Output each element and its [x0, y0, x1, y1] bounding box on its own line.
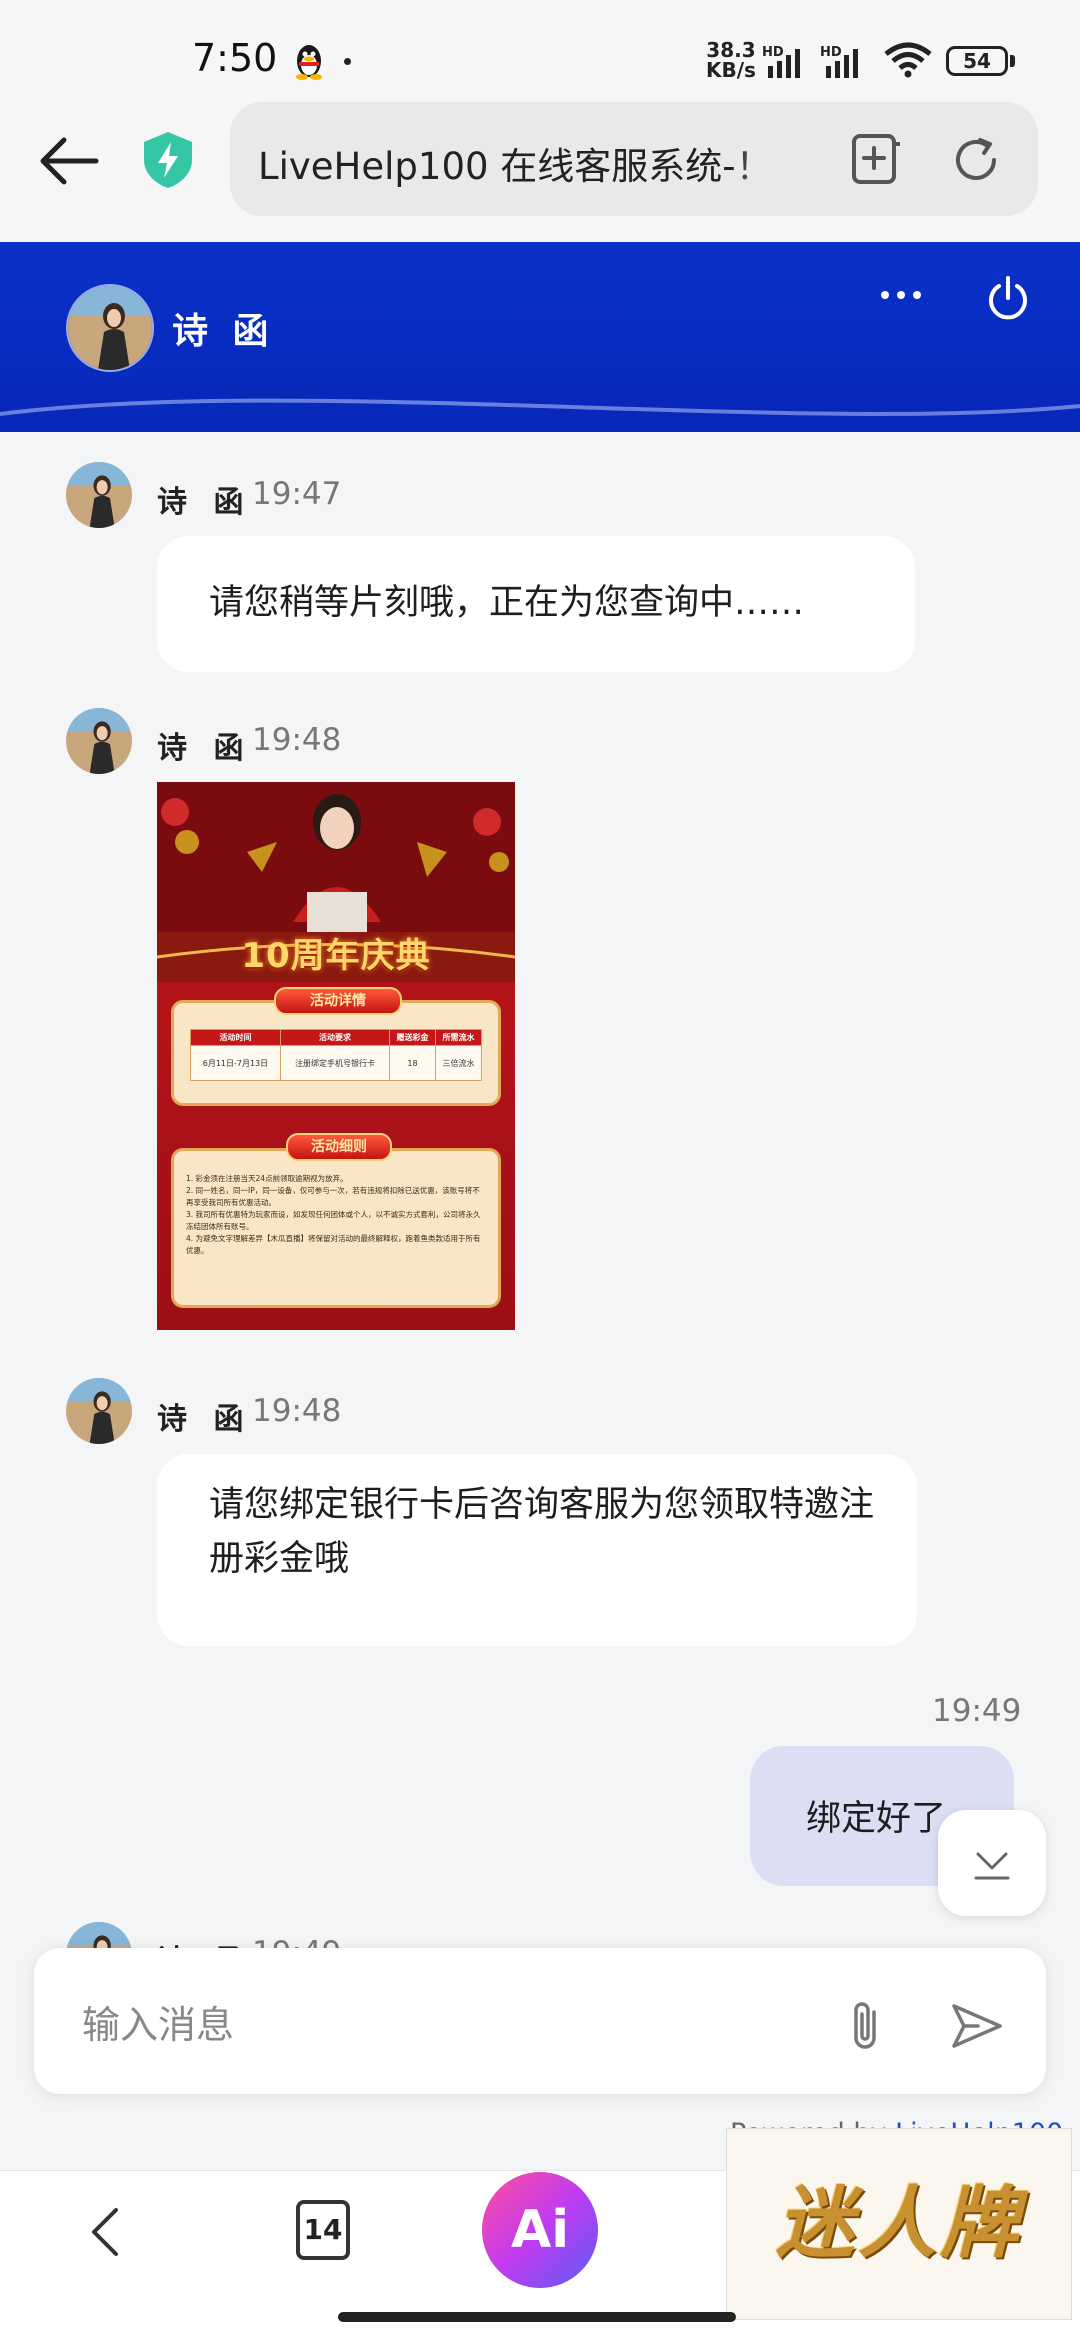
back-arrow-icon[interactable]	[36, 128, 102, 194]
poster-table: 活动时间 活动要求 赠送彩金 所需流水 6月11日-7月13日 注册绑定手机号银…	[190, 1029, 483, 1081]
message-time: 19:47	[252, 476, 342, 512]
message-avatar[interactable]	[66, 1922, 132, 1950]
signal-hd-label: HD	[762, 45, 784, 60]
poster-rules-panel: 活动细则 1. 彩金须在注册当天24点前领取逾期视为放弃。 2. 同一姓名，同一…	[171, 1133, 501, 1308]
add-bookmark-icon[interactable]	[850, 132, 902, 186]
poster-table-header: 赠送彩金	[388, 1029, 436, 1046]
message-avatar[interactable]	[66, 708, 132, 774]
poster-table-cell: 注册绑定手机号银行卡	[279, 1045, 390, 1081]
reload-icon[interactable]	[950, 134, 1002, 186]
power-icon[interactable]	[984, 274, 1032, 322]
send-icon[interactable]	[950, 1998, 1004, 2052]
agent-name: 诗 函	[172, 311, 275, 352]
poster-rule: 4. 为避免文字理解差异【木瓜直播】将保留对活动的最终解释权，跑着鱼类款适用于所…	[186, 1234, 481, 1255]
poster-table-header: 所需流水	[434, 1029, 483, 1046]
watermark-logo: 迷人牌	[726, 2128, 1072, 2320]
partial-message: 诗 函 19:49	[0, 1914, 1080, 1950]
message-bubble: 请您稍等片刻哦，正在为您查询中……	[157, 536, 915, 672]
message-text: 绑定好了	[806, 1799, 947, 1839]
message-sender: 诗 函	[157, 1402, 252, 1437]
message-sender: 诗 函	[157, 485, 252, 520]
poster-table-cell: 6月11日-7月13日	[190, 1045, 281, 1081]
message-avatar[interactable]	[66, 1378, 132, 1444]
poster-table-header: 活动要求	[279, 1029, 390, 1046]
message-time: 19:48	[252, 722, 342, 758]
message-input[interactable]: 输入消息	[82, 1994, 234, 2049]
signal-icon-2: HD	[820, 45, 858, 78]
poster-rule: 3. 我司所有优惠特为玩家而设，如发现任何团体或个人，以不诚实方式套利，公司将永…	[186, 1210, 481, 1231]
message-text: 请您绑定银行卡后咨询客服为您领取特邀注册彩金哦	[209, 1485, 875, 1579]
attachment-icon[interactable]	[844, 1998, 886, 2054]
nav-back-icon[interactable]	[86, 2204, 126, 2260]
speed-value: 38.3	[706, 38, 756, 62]
poster-table-cell: 三倍流水	[434, 1045, 483, 1081]
tabs-counter-button[interactable]: 14	[296, 2200, 350, 2260]
poster-rule: 2. 同一姓名，同一IP，同一设备，仅可参与一次，若有违规将扣除已送优惠，该账号…	[186, 1186, 480, 1207]
wifi-icon	[884, 42, 932, 78]
signal-icon: HD	[762, 45, 800, 78]
qq-penguin-icon	[296, 45, 322, 80]
message-bubble: 请您绑定银行卡后咨询客服为您领取特邀注册彩金哦	[157, 1454, 917, 1646]
poster-table-header: 活动时间	[190, 1029, 281, 1046]
security-shield-icon[interactable]	[140, 130, 196, 190]
poster-details-tag: 活动详情	[274, 987, 402, 1015]
poster-rules: 1. 彩金须在注册当天24点前领取逾期视为放弃。 2. 同一姓名，同一IP，同一…	[186, 1173, 486, 1257]
battery-level: 54	[946, 46, 1008, 76]
status-time: 7:50	[192, 36, 278, 80]
promo-poster-image[interactable]: 10周年庆典 活动详情 活动时间 活动要求 赠送彩金 所需流水 6月11日-7月…	[157, 782, 515, 1330]
message-text: 请您稍等片刻哦，正在为您查询中……	[209, 583, 805, 623]
poster-rules-tag: 活动细则	[286, 1133, 392, 1161]
speed-unit: KB/s	[706, 58, 756, 82]
header-wave	[0, 384, 1080, 416]
url-text[interactable]: LiveHelp100 在线客服系统-！	[258, 136, 798, 190]
notification-dot	[344, 58, 351, 65]
agent-avatar[interactable]	[66, 284, 154, 372]
message-avatar[interactable]	[66, 462, 132, 528]
poster-rule: 1. 彩金须在注册当天24点前领取逾期视为放弃。	[186, 1174, 348, 1183]
poster-title: 10周年庆典	[241, 936, 431, 976]
ai-assistant-button[interactable]: Ai	[482, 2172, 598, 2288]
signal-hd-label-2: HD	[820, 45, 842, 60]
message-time: 19:49	[932, 1693, 1022, 1729]
chevron-down-icon	[974, 1852, 1010, 1880]
scroll-to-bottom-button[interactable]	[938, 1810, 1046, 1916]
battery-icon	[1010, 55, 1015, 67]
poster-details-panel: 活动详情 活动时间 活动要求 赠送彩金 所需流水 6月11日-7月13日 注册绑…	[171, 987, 501, 1106]
poster-table-cell: 18	[388, 1045, 436, 1081]
home-indicator[interactable]	[338, 2312, 736, 2322]
message-sender: 诗 函	[157, 731, 252, 766]
more-options-icon[interactable]	[876, 282, 926, 308]
network-speed: 38.3 KB/s	[706, 40, 756, 80]
message-time: 19:48	[252, 1393, 342, 1429]
